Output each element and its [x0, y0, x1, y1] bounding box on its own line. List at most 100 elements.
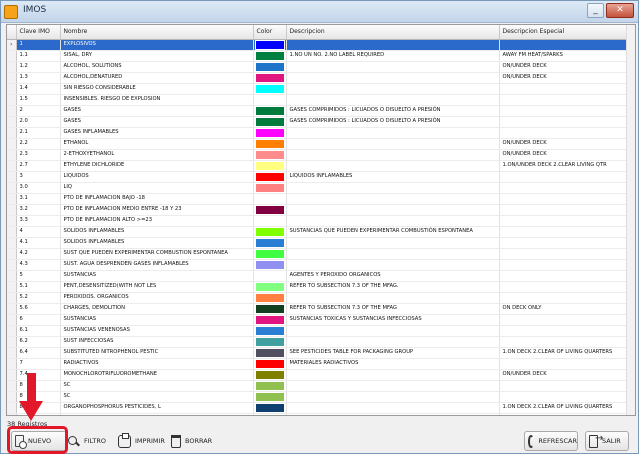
table-row[interactable]: 3 LIQUIDOS LIQUIDOS INFLAMABLES [7, 171, 629, 183]
table-row[interactable]: 8 SC [7, 391, 629, 403]
row-indicator[interactable] [7, 402, 17, 414]
cell-nombre[interactable]: SUST INFECCIOSAS [60, 336, 254, 348]
row-indicator[interactable] [7, 336, 17, 348]
table-row[interactable]: 4.3 SUST. AGUA DESPRENDEN GASES INFLAMABL… [7, 259, 629, 271]
table-row[interactable]: 1.4 SIN RIESGO CONSIDERABLE [7, 83, 629, 95]
cell-nombre[interactable]: GASES [60, 105, 254, 117]
table-row[interactable]: › 1 EXPLOSIVOS [7, 39, 629, 51]
cell-color[interactable] [253, 138, 287, 150]
cell-descripcion[interactable]: SUSTANCIAS QUE PUEDEN EXPERIMENTAR COMBU… [286, 226, 500, 238]
cell-color[interactable] [253, 281, 287, 293]
cell-descripcion-especial[interactable] [499, 380, 629, 392]
cell-color[interactable] [253, 347, 287, 359]
cell-color[interactable] [253, 94, 287, 106]
cell-clave-imo[interactable]: 6 [16, 314, 61, 326]
cell-descripcion[interactable]: REFER TO SUBSECTION 7.3 OF THE MFAG [286, 303, 500, 315]
table-row[interactable]: 5.1 PENT,DESENSITIZED(WITH NOT LES REFER T… [7, 281, 629, 293]
row-indicator[interactable] [7, 193, 17, 205]
cell-color[interactable] [253, 303, 287, 315]
cell-color[interactable] [253, 160, 287, 172]
cell-clave-imo[interactable]: 4.3 [16, 259, 61, 271]
table-row[interactable]: 3.3 PTO DE INFLAMACION ALTO >=23 [7, 215, 629, 227]
cell-clave-imo[interactable]: 4.1 [16, 237, 61, 249]
cell-descripcion-especial[interactable]: ON/UNDER DECK [499, 61, 629, 73]
cell-nombre[interactable]: LIQ [60, 182, 254, 194]
cell-nombre[interactable]: SC [60, 391, 254, 403]
table-row[interactable]: 1.3 ALCOHOL,DENATURED ON/UNDER DECK [7, 72, 629, 84]
cell-nombre[interactable]: PENT,DESENSITIZED(WITH NOT LES [60, 281, 254, 293]
cell-color[interactable] [253, 61, 287, 73]
cell-color[interactable] [253, 369, 287, 381]
cell-nombre[interactable]: SUSTANCIAS [60, 270, 254, 282]
cell-clave-imo[interactable]: 6.1 [16, 325, 61, 337]
cell-clave-imo[interactable]: 5.1 [16, 281, 61, 293]
row-indicator[interactable] [7, 50, 17, 62]
cell-color[interactable] [253, 226, 287, 238]
cell-nombre[interactable]: SUSTANCIAS [60, 314, 254, 326]
cell-nombre[interactable]: SUSTANCIAS VENENOSAS [60, 325, 254, 337]
cell-nombre[interactable]: ALCOHOL, SOLUTIONS [60, 61, 254, 73]
cell-color[interactable] [253, 270, 287, 282]
cell-descripcion[interactable] [286, 83, 500, 95]
cell-color[interactable] [253, 39, 287, 51]
cell-descripcion-especial[interactable] [499, 182, 629, 194]
cell-nombre[interactable]: GASES INFLAMABLES [60, 127, 254, 139]
cell-clave-imo[interactable]: 1.2 [16, 61, 61, 73]
row-indicator[interactable] [7, 182, 17, 194]
cell-nombre[interactable]: MONOCHLOROTRIFLUOROMETHANE [60, 369, 254, 381]
row-indicator[interactable] [7, 248, 17, 260]
cell-color[interactable] [253, 193, 287, 205]
table-row[interactable]: 4.2 SUST QUE PUEDEN EXPERIMENTAR COMBUSTI… [7, 248, 629, 260]
cell-descripcion[interactable]: SUSTANCIAS TOXICAS Y SUSTANCIAS INFECCIO… [286, 314, 500, 326]
cell-descripcion[interactable] [286, 215, 500, 227]
cell-descripcion-especial[interactable]: 1.ON DECK 2.CLEAR OF LIVING QUARTERS [499, 402, 629, 414]
cell-descripcion[interactable]: REFER TO SUBSECTION 7.3 OF THE MFAG. [286, 281, 500, 293]
cell-descripcion-especial[interactable] [499, 83, 629, 95]
column-header-descripcion[interactable]: Descripcion [286, 25, 500, 40]
cell-nombre[interactable]: ALCOHOL,DENATURED [60, 72, 254, 84]
cell-nombre[interactable]: ETHYLENE DICHLORIDE [60, 160, 254, 172]
cell-nombre[interactable]: ETHANOL [60, 138, 254, 150]
cell-descripcion-especial[interactable]: ON/UNDER DECK [499, 72, 629, 84]
table-row[interactable]: 3.0 LIQ [7, 182, 629, 194]
row-indicator[interactable] [7, 226, 17, 238]
cell-nombre[interactable]: GASES [60, 116, 254, 128]
row-indicator[interactable] [7, 171, 17, 183]
table-row[interactable]: 5 SUSTANCIAS AGENTES Y PEROXIDO ORGANICOS [7, 270, 629, 282]
cell-clave-imo[interactable]: 8 [16, 380, 61, 392]
cell-nombre[interactable]: SC [60, 380, 254, 392]
cell-clave-imo[interactable]: 1 [16, 39, 61, 51]
cell-nombre[interactable]: SISAL, DRY [60, 50, 254, 62]
cell-descripcion-especial[interactable] [499, 358, 629, 370]
cell-clave-imo[interactable]: 2.0 [16, 116, 61, 128]
table-row[interactable]: 2.0 GASES GASES COMPRIMIDOS : LICUADOS O D… [7, 116, 629, 128]
row-indicator[interactable] [7, 270, 17, 282]
cell-descripcion[interactable]: LIQUIDOS INFLAMABLES [286, 171, 500, 183]
table-row[interactable]: 2.1 GASES INFLAMABLES [7, 127, 629, 139]
cell-descripcion[interactable]: GASES COMPRIMIDOS : LICUADOS O DISUELTO … [286, 105, 500, 117]
cell-nombre[interactable]: INSENSIBLES. RIESGO DE EXPLOSION [60, 94, 254, 106]
table-row[interactable]: 2.2 ETHANOL ON/UNDER DECK [7, 138, 629, 150]
cell-clave-imo[interactable]: 5.2 [16, 292, 61, 304]
cell-nombre[interactable]: SUST QUE PUEDEN EXPERIMENTAR COMBUSTION … [60, 248, 254, 260]
cell-nombre[interactable]: LIQUIDOS [60, 171, 254, 183]
cell-descripcion[interactable] [286, 325, 500, 337]
cell-descripcion-especial[interactable] [499, 270, 629, 282]
cell-nombre[interactable]: RADIACTIVOS [60, 358, 254, 370]
row-indicator[interactable] [7, 292, 17, 304]
row-indicator[interactable] [7, 380, 17, 392]
cell-descripcion-especial[interactable]: 1.ON DECK 2.CLEAR OF LIVING QUARTERS [499, 347, 629, 359]
cell-descripcion[interactable] [286, 248, 500, 260]
row-indicator[interactable] [7, 325, 17, 337]
cell-nombre[interactable]: EXPLOSIVOS [60, 39, 254, 51]
cell-descripcion[interactable] [286, 94, 500, 106]
cell-descripcion[interactable] [286, 259, 500, 271]
table-row[interactable]: 3.2 PTO DE INFLAMACION MEDIO ENTRE -18 Y … [7, 204, 629, 216]
cell-descripcion-especial[interactable]: AWAY FM HEAT/SPARKS [499, 50, 629, 62]
cell-descripcion-especial[interactable] [499, 292, 629, 304]
table-row[interactable]: 8 SC [7, 380, 629, 392]
cell-color[interactable] [253, 127, 287, 139]
cell-descripcion-especial[interactable] [499, 226, 629, 238]
cell-color[interactable] [253, 402, 287, 414]
cell-descripcion[interactable] [286, 204, 500, 216]
